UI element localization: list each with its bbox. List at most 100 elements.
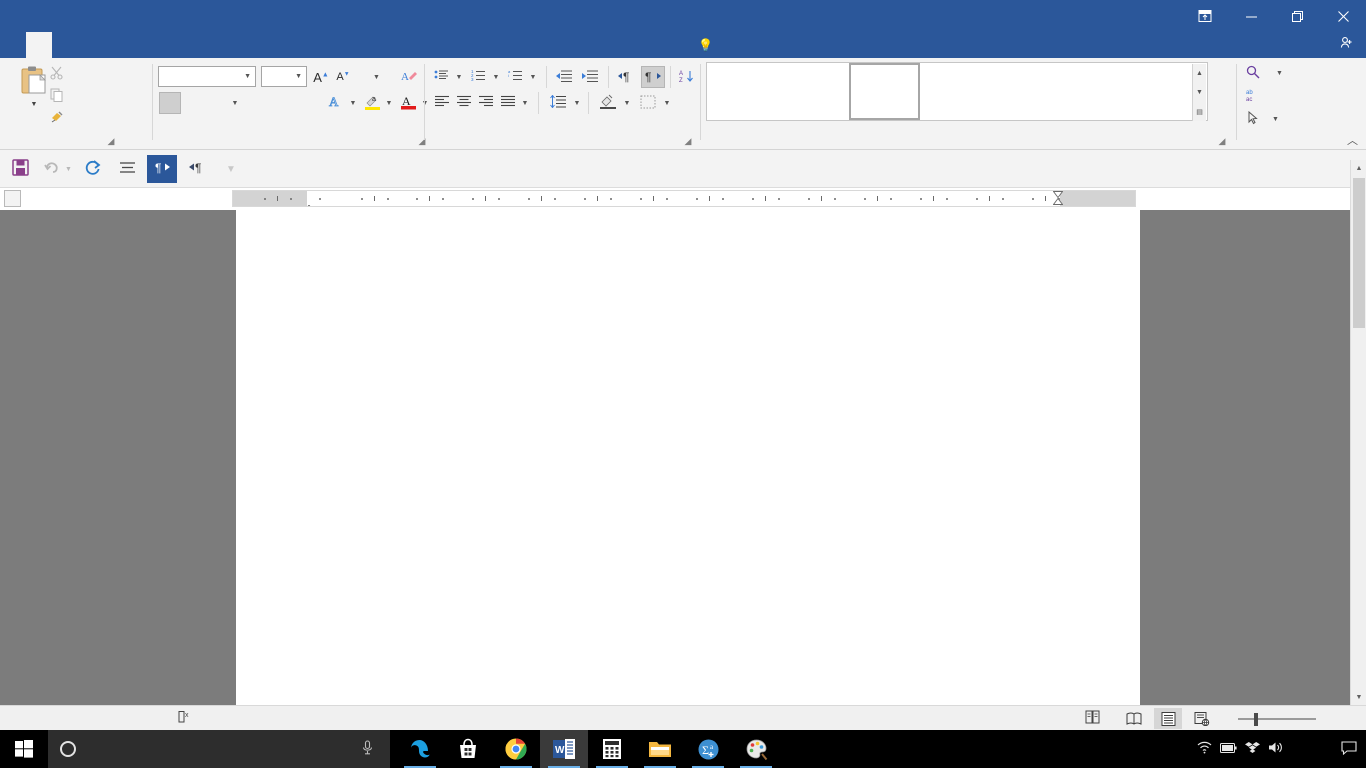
style-matnnnn[interactable] xyxy=(707,63,778,120)
close-button[interactable] xyxy=(1320,0,1366,32)
volume-icon[interactable] xyxy=(1264,741,1288,757)
ltr-text-direction-button[interactable]: ¶ xyxy=(615,66,639,88)
decrease-indent-button[interactable] xyxy=(552,66,576,88)
scroll-down-icon[interactable]: ▼ xyxy=(1351,689,1366,705)
tab-layout[interactable] xyxy=(104,32,130,58)
proofing-errors-icon[interactable]: x xyxy=(178,706,196,731)
tab-file[interactable] xyxy=(0,32,26,58)
first-line-indent-marker[interactable] xyxy=(304,199,314,207)
tab-review[interactable] xyxy=(182,32,208,58)
zoom-in-button[interactable] xyxy=(1303,706,1317,731)
shrink-font-button[interactable]: A▼ xyxy=(333,66,353,88)
action-center-icon[interactable] xyxy=(1332,741,1366,758)
tab-stop-selector[interactable] xyxy=(4,190,21,207)
text-highlight-button[interactable]: a xyxy=(361,92,383,114)
windows-start-icon[interactable] xyxy=(0,730,48,768)
tab-design[interactable] xyxy=(78,32,104,58)
font-color-button[interactable]: A xyxy=(397,92,419,114)
chrome-icon[interactable] xyxy=(492,730,540,768)
document-page[interactable] xyxy=(236,210,1140,705)
microphone-icon[interactable] xyxy=(361,740,374,758)
edge-icon[interactable] xyxy=(396,730,444,768)
borders-button[interactable] xyxy=(636,92,660,114)
read-mode-button[interactable] xyxy=(1120,708,1148,729)
align-center-button[interactable] xyxy=(453,92,475,114)
collapse-ribbon-icon[interactable]: ︿ xyxy=(1347,132,1358,148)
hanging-indent-marker[interactable] xyxy=(1053,191,1063,207)
justify-button[interactable] xyxy=(497,92,519,114)
bullets-chevron-down-icon[interactable]: ▼ xyxy=(453,66,465,88)
increase-indent-button[interactable] xyxy=(578,66,602,88)
horizontal-ruler[interactable] xyxy=(232,190,1136,207)
tab-home[interactable] xyxy=(26,32,52,58)
style-no-spacing[interactable] xyxy=(991,63,1062,120)
align-chevron-down-icon[interactable]: ▼ xyxy=(519,92,531,114)
shading-button[interactable] xyxy=(596,92,620,114)
font-dialog-launcher-icon[interactable]: ◢ xyxy=(416,135,428,147)
macro-record-icon[interactable] xyxy=(1085,706,1103,731)
find-button[interactable]: ▼ xyxy=(1246,63,1283,84)
battery-icon[interactable] xyxy=(1216,742,1240,756)
undo-chevron-down-icon[interactable]: ▼ xyxy=(65,166,72,173)
tab-view[interactable] xyxy=(208,32,234,58)
bullets-button[interactable] xyxy=(431,66,453,88)
styles-dialog-launcher-icon[interactable]: ◢ xyxy=(1216,135,1228,147)
change-case-chevron-down-icon[interactable]: ▼ xyxy=(373,74,380,81)
italic-button[interactable] xyxy=(185,92,205,114)
align-left-button[interactable] xyxy=(431,92,453,114)
text-effects-chevron-down-icon[interactable]: ▼ xyxy=(347,92,359,114)
underline-button[interactable] xyxy=(208,92,228,114)
page-content[interactable] xyxy=(236,210,1140,216)
scrollbar-thumb[interactable] xyxy=(1353,178,1365,328)
bold-button[interactable] xyxy=(159,92,181,114)
cut-button[interactable] xyxy=(50,64,69,84)
style-titrrrr3[interactable] xyxy=(920,63,991,120)
numbering-button[interactable]: 123 xyxy=(468,66,490,88)
align-right-button[interactable] xyxy=(475,92,497,114)
styles-more-icon[interactable]: ▤ xyxy=(1193,103,1207,121)
style-heading-1[interactable] xyxy=(1062,63,1133,120)
tab-mailings[interactable] xyxy=(156,32,182,58)
underline-chevron-down-icon[interactable]: ▼ xyxy=(229,92,241,114)
numbering-chevron-down-icon[interactable]: ▼ xyxy=(490,66,502,88)
style-titr22222[interactable] xyxy=(778,63,849,120)
microsoft-store-icon[interactable] xyxy=(444,730,492,768)
paragraph-dialog-launcher-icon[interactable]: ◢ xyxy=(682,135,694,147)
find-chevron-down-icon[interactable]: ▼ xyxy=(1276,70,1283,77)
shading-chevron-down-icon[interactable]: ▼ xyxy=(621,92,633,114)
paint-icon[interactable] xyxy=(732,730,780,768)
clear-formatting-button[interactable]: A xyxy=(398,66,420,88)
word-icon[interactable]: W xyxy=(540,730,588,768)
ltr-paragraph-button[interactable]: ¶ xyxy=(182,155,212,183)
rtl-text-direction-button[interactable]: ¶ xyxy=(641,66,665,88)
line-spacing-button[interactable] xyxy=(546,92,570,114)
select-chevron-down-icon[interactable]: ▼ xyxy=(1272,116,1279,123)
scroll-up-icon[interactable]: ▲ xyxy=(1351,160,1366,176)
vertical-scrollbar[interactable]: ▲ ▼ xyxy=(1350,160,1366,705)
align-button[interactable] xyxy=(112,155,142,183)
select-button[interactable]: ▼ xyxy=(1246,109,1279,130)
multilevel-chevron-down-icon[interactable]: ▼ xyxy=(527,66,539,88)
print-layout-button[interactable] xyxy=(1154,708,1182,729)
share-button[interactable] xyxy=(1340,32,1358,58)
customize-quick-access-icon[interactable]: ▼ xyxy=(216,155,246,183)
font-name-input[interactable]: ▼ xyxy=(158,66,256,87)
strikethrough-button[interactable] xyxy=(243,92,269,114)
format-painter-button[interactable] xyxy=(50,108,69,128)
subscript-button[interactable] xyxy=(271,92,293,114)
style-titrrrr1[interactable] xyxy=(849,63,920,120)
rtl-paragraph-button[interactable]: ¶ xyxy=(147,155,177,183)
zoom-slider-thumb[interactable] xyxy=(1254,713,1258,726)
styles-gallery[interactable]: ▲ ▼ ▤ xyxy=(706,62,1208,121)
replace-button[interactable]: abac xyxy=(1246,86,1265,107)
font-size-chevron-down-icon[interactable]: ▼ xyxy=(295,73,302,80)
copy-button[interactable] xyxy=(50,86,69,106)
tab-endnote-x8[interactable] xyxy=(234,32,260,58)
text-effects-button[interactable]: A xyxy=(325,92,347,114)
search-input[interactable] xyxy=(48,730,390,768)
tab-references[interactable] xyxy=(130,32,156,58)
file-explorer-icon[interactable] xyxy=(636,730,684,768)
web-layout-button[interactable] xyxy=(1188,708,1216,729)
font-size-input[interactable]: ▼ xyxy=(261,66,307,87)
calculator-icon[interactable] xyxy=(588,730,636,768)
